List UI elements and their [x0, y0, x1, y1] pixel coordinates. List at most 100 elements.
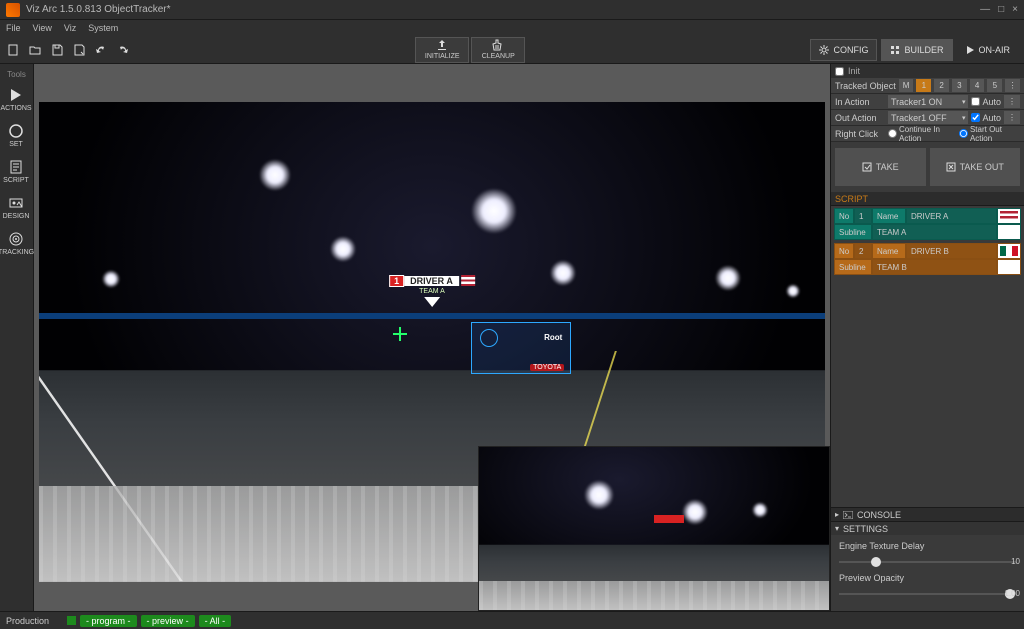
all-tag[interactable]: - All -: [199, 615, 232, 627]
onair-button[interactable]: ON-AIR: [957, 39, 1019, 61]
out-action-auto-checkbox[interactable]: [971, 113, 980, 122]
no-label: No: [834, 243, 854, 259]
driver-overlay[interactable]: 1 DRIVER A TEAM A: [389, 274, 475, 307]
open-icon[interactable]: [28, 43, 42, 57]
config-button[interactable]: CONFIG: [810, 39, 877, 61]
in-action-auto-checkbox[interactable]: [971, 97, 980, 106]
take-button[interactable]: TAKE: [835, 148, 926, 186]
driver-name-field[interactable]: DRIVER A: [906, 208, 997, 224]
driver-no[interactable]: 2: [854, 243, 872, 259]
actions-icon: [8, 87, 24, 103]
init-header: Init: [831, 64, 1024, 78]
menu-file[interactable]: File: [6, 23, 21, 33]
sidebar-tracking[interactable]: TRACKING: [0, 225, 32, 261]
save-as-icon[interactable]: [72, 43, 86, 57]
app-logo: [6, 3, 20, 17]
set-icon: [8, 123, 24, 139]
flag-slot[interactable]: [997, 259, 1021, 275]
close-button[interactable]: ×: [1012, 4, 1018, 15]
chevron-right-icon: ▸: [835, 510, 839, 519]
subline-label: Subline: [834, 224, 872, 240]
driver-overlay-mini: [654, 515, 684, 523]
slot-5[interactable]: 5: [987, 79, 1002, 92]
slot-4[interactable]: 4: [970, 79, 985, 92]
init-checkbox[interactable]: [835, 67, 844, 76]
redo-icon[interactable]: [116, 43, 130, 57]
preview-pip[interactable]: [478, 446, 830, 611]
driver-card-a[interactable]: No 1 Name DRIVER A Subline TEAM A: [834, 208, 1021, 240]
slot-1[interactable]: 1: [916, 79, 931, 92]
light-flare: [786, 284, 800, 298]
minimize-button[interactable]: —: [980, 4, 990, 15]
target-icon: [480, 329, 498, 347]
preview-opacity-track[interactable]: 1.00: [839, 593, 1016, 595]
driver-name-field[interactable]: DRIVER B: [906, 243, 997, 259]
slider-thumb[interactable]: [871, 557, 881, 567]
sidebar-set[interactable]: SET: [0, 117, 32, 153]
in-action-row: In Action Tracker1 ON Auto ⋮: [831, 94, 1024, 110]
slot-m[interactable]: M: [899, 79, 914, 92]
status-bar: Production - program - - preview - - All…: [0, 611, 1024, 629]
top-toolbar: INITIALIZE CLEANUP CONFIG BUILDER ON-AIR: [0, 36, 1024, 64]
program-tag[interactable]: - program -: [80, 615, 137, 627]
right-click-row: Right Click Continue In Action Start Out…: [831, 126, 1024, 142]
light-flare: [102, 270, 120, 288]
take-icon: [862, 162, 872, 172]
preview-opacity-label: Preview Opacity: [839, 573, 1016, 583]
initialize-button[interactable]: INITIALIZE: [415, 37, 469, 63]
light-flare: [550, 260, 576, 286]
in-action-select[interactable]: Tracker1 ON: [888, 95, 968, 108]
menu-system[interactable]: System: [88, 23, 118, 33]
name-label: Name: [872, 208, 906, 224]
tracked-object-label: Tracked Object: [835, 81, 896, 91]
slot-3[interactable]: 3: [952, 79, 967, 92]
light-flare: [330, 236, 356, 262]
light-flare: [715, 265, 741, 291]
console-section[interactable]: ▸ CONSOLE: [831, 507, 1024, 521]
start-out-action-radio[interactable]: [959, 129, 968, 138]
sidebar-actions[interactable]: ACTIONS: [0, 81, 32, 117]
continue-in-action-radio[interactable]: [888, 129, 897, 138]
pointer-icon: [424, 297, 440, 307]
driver-no[interactable]: 1: [854, 208, 872, 224]
out-action-menu[interactable]: ⋮: [1004, 111, 1020, 124]
take-out-icon: [946, 162, 956, 172]
in-action-menu[interactable]: ⋮: [1004, 95, 1020, 108]
slot-menu[interactable]: ⋮: [1005, 79, 1020, 92]
tracking-box[interactable]: Root TOYOTA: [471, 322, 571, 374]
flag-slot[interactable]: [997, 224, 1021, 240]
settings-body: Engine Texture Delay 10 Preview Opacity …: [831, 535, 1024, 611]
slot-2[interactable]: 2: [934, 79, 949, 92]
builder-icon: [890, 45, 900, 55]
sidebar-script[interactable]: SCRIPT: [0, 153, 32, 189]
take-out-button[interactable]: TAKE OUT: [930, 148, 1021, 186]
driver-card-b[interactable]: No 2 Name DRIVER B Subline TEAM B: [834, 243, 1021, 275]
preview-tag[interactable]: - preview -: [141, 615, 195, 627]
menu-view[interactable]: View: [33, 23, 52, 33]
driver-subline-field[interactable]: TEAM A: [872, 224, 997, 240]
right-panel: Init Tracked Object M 1 2 3 4 5 ⋮ In Act…: [830, 64, 1024, 611]
driver-subline-field[interactable]: TEAM B: [872, 259, 997, 275]
cleanup-button[interactable]: CLEANUP: [471, 37, 525, 63]
flag-mex-icon: [997, 243, 1021, 259]
subline-label: Subline: [834, 259, 872, 275]
out-action-label: Out Action: [835, 113, 885, 123]
builder-button[interactable]: BUILDER: [881, 39, 952, 61]
title-bar: Viz Arc 1.5.0.813 ObjectTracker* — □ ×: [0, 0, 1024, 20]
continue-in-action-label: Continue In Action: [899, 125, 957, 143]
menu-viz[interactable]: Viz: [64, 23, 76, 33]
new-icon[interactable]: [6, 43, 20, 57]
settings-section[interactable]: ▾ SETTINGS: [831, 521, 1024, 535]
name-label: Name: [872, 243, 906, 259]
maximize-button[interactable]: □: [998, 4, 1004, 15]
settings-label: SETTINGS: [843, 524, 888, 534]
sidebar-design[interactable]: DESIGN: [0, 189, 32, 225]
console-icon: [843, 511, 853, 519]
tracked-object-row: Tracked Object M 1 2 3 4 5 ⋮: [831, 78, 1024, 94]
engine-delay-track[interactable]: 10: [839, 561, 1016, 563]
undo-icon[interactable]: [94, 43, 108, 57]
preview-opacity-slider: Preview Opacity 1.00: [839, 573, 1016, 595]
out-action-select[interactable]: Tracker1 OFF: [888, 111, 968, 124]
right-click-label: Right Click: [835, 129, 885, 139]
save-icon[interactable]: [50, 43, 64, 57]
